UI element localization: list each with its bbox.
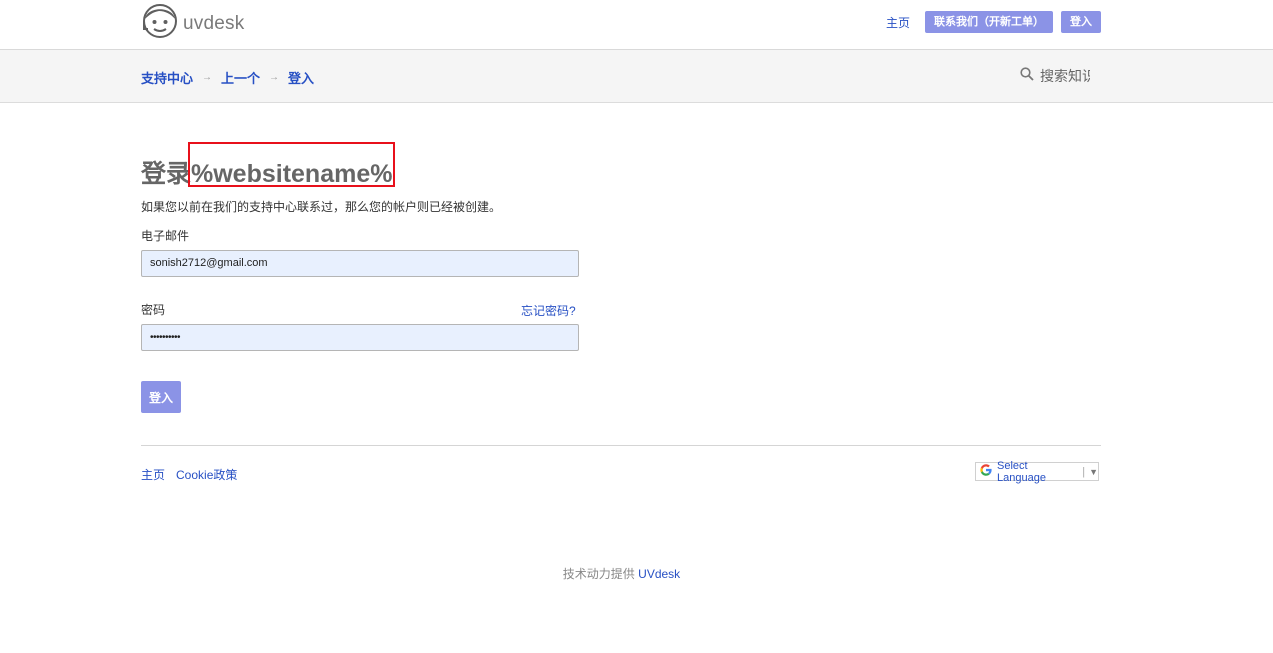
- breadcrumb: 支持中心 → 上一个 → 登入: [141, 68, 314, 87]
- google-icon: [979, 463, 993, 480]
- login-submit-button[interactable]: 登入: [141, 381, 181, 413]
- contact-us-button[interactable]: 联系我们（开新工单）: [925, 11, 1053, 33]
- password-label: 密码: [141, 303, 166, 317]
- language-select-label: Select Language: [997, 459, 1046, 484]
- powered-by-text: 技术动力提供: [562, 567, 635, 581]
- footer-divider: [141, 445, 1101, 446]
- search-icon: [1020, 66, 1034, 86]
- forgot-password-link[interactable]: 忘记密码?: [521, 302, 576, 319]
- header-login-button[interactable]: 登入: [1061, 11, 1101, 33]
- logo-text: uvdesk: [183, 12, 245, 34]
- search-placeholder: 搜索知识: [1040, 68, 1090, 84]
- breadcrumb-login[interactable]: 登入: [288, 68, 314, 87]
- password-field[interactable]: ••••••••••: [141, 324, 579, 351]
- uvdesk-logo-icon: [141, 2, 179, 45]
- breadcrumb-bar: 支持中心 → 上一个 → 登入 搜索知识: [0, 50, 1273, 103]
- footer-links: 主页 Cookie政策: [141, 466, 248, 483]
- powered-by: 技术动力提供 UVdesk: [0, 565, 1243, 582]
- email-label: 电子邮件: [141, 229, 190, 243]
- footer-home-link[interactable]: 主页: [141, 466, 165, 483]
- highlight-annotation: [188, 142, 395, 187]
- nav-home-link[interactable]: 主页: [886, 14, 910, 31]
- separator: |: [1082, 465, 1086, 478]
- arrow-right-icon: →: [269, 72, 280, 83]
- footer-cookie-policy-link[interactable]: Cookie政策: [176, 466, 237, 483]
- dropdown-arrow-icon: ▼: [1089, 466, 1098, 477]
- intro-text: 如果您以前在我们的支持中心联系过，那么您的帐户则已经被创建。: [141, 200, 502, 214]
- language-select[interactable]: Select Language | ▼: [975, 459, 1099, 484]
- breadcrumb-support-center[interactable]: 支持中心: [141, 68, 193, 87]
- breadcrumb-previous[interactable]: 上一个: [221, 68, 260, 87]
- arrow-right-icon: →: [202, 72, 213, 83]
- search-input[interactable]: 搜索知识: [1020, 66, 1090, 86]
- top-header: uvdesk 主页 联系我们（开新工单） 登入: [0, 0, 1273, 50]
- top-nav: 主页 联系我们（开新工单） 登入: [886, 11, 1101, 33]
- email-field[interactable]: sonish2712@gmail.com: [141, 250, 579, 277]
- logo[interactable]: uvdesk: [141, 2, 244, 45]
- uvdesk-link[interactable]: UVdesk: [638, 567, 680, 581]
